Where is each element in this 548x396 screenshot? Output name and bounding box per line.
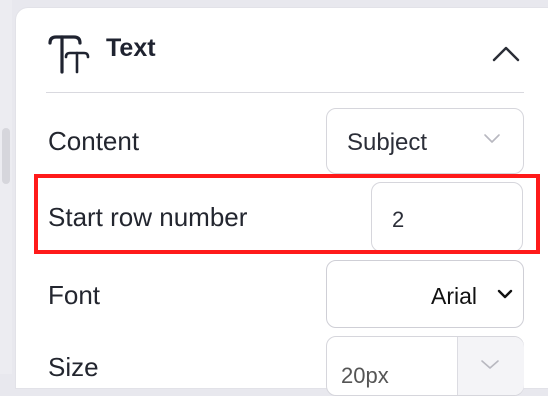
content-select-value: Subject	[347, 129, 428, 156]
chevron-down-icon	[484, 134, 500, 143]
chevron-down-icon	[497, 289, 513, 299]
font-select[interactable]: Arial	[326, 260, 524, 328]
text-format-icon	[48, 35, 90, 74]
header-divider	[46, 92, 524, 93]
section-title: Text	[106, 34, 156, 62]
left-rail-tab[interactable]	[2, 128, 10, 184]
start-row-value: 2	[392, 207, 405, 232]
font-select-value: Arial	[430, 283, 477, 309]
section-header[interactable]: Text	[16, 8, 548, 94]
start-row-label: Start row number	[48, 202, 248, 232]
content-select[interactable]: Subject	[326, 108, 524, 174]
size-input[interactable]: 20px	[326, 336, 524, 396]
font-label: Font	[48, 280, 101, 310]
size-value: 20px	[341, 363, 389, 388]
size-label: Size	[48, 352, 99, 382]
text-settings-panel: Text Content Subject Start row number 2 …	[16, 8, 548, 396]
size-stepper[interactable]	[457, 337, 524, 395]
chevron-down-icon	[481, 360, 499, 369]
content-label: Content	[48, 126, 140, 156]
start-row-input[interactable]: 2	[371, 182, 523, 252]
chevron-up-icon[interactable]	[486, 36, 526, 70]
left-rail	[0, 0, 12, 374]
